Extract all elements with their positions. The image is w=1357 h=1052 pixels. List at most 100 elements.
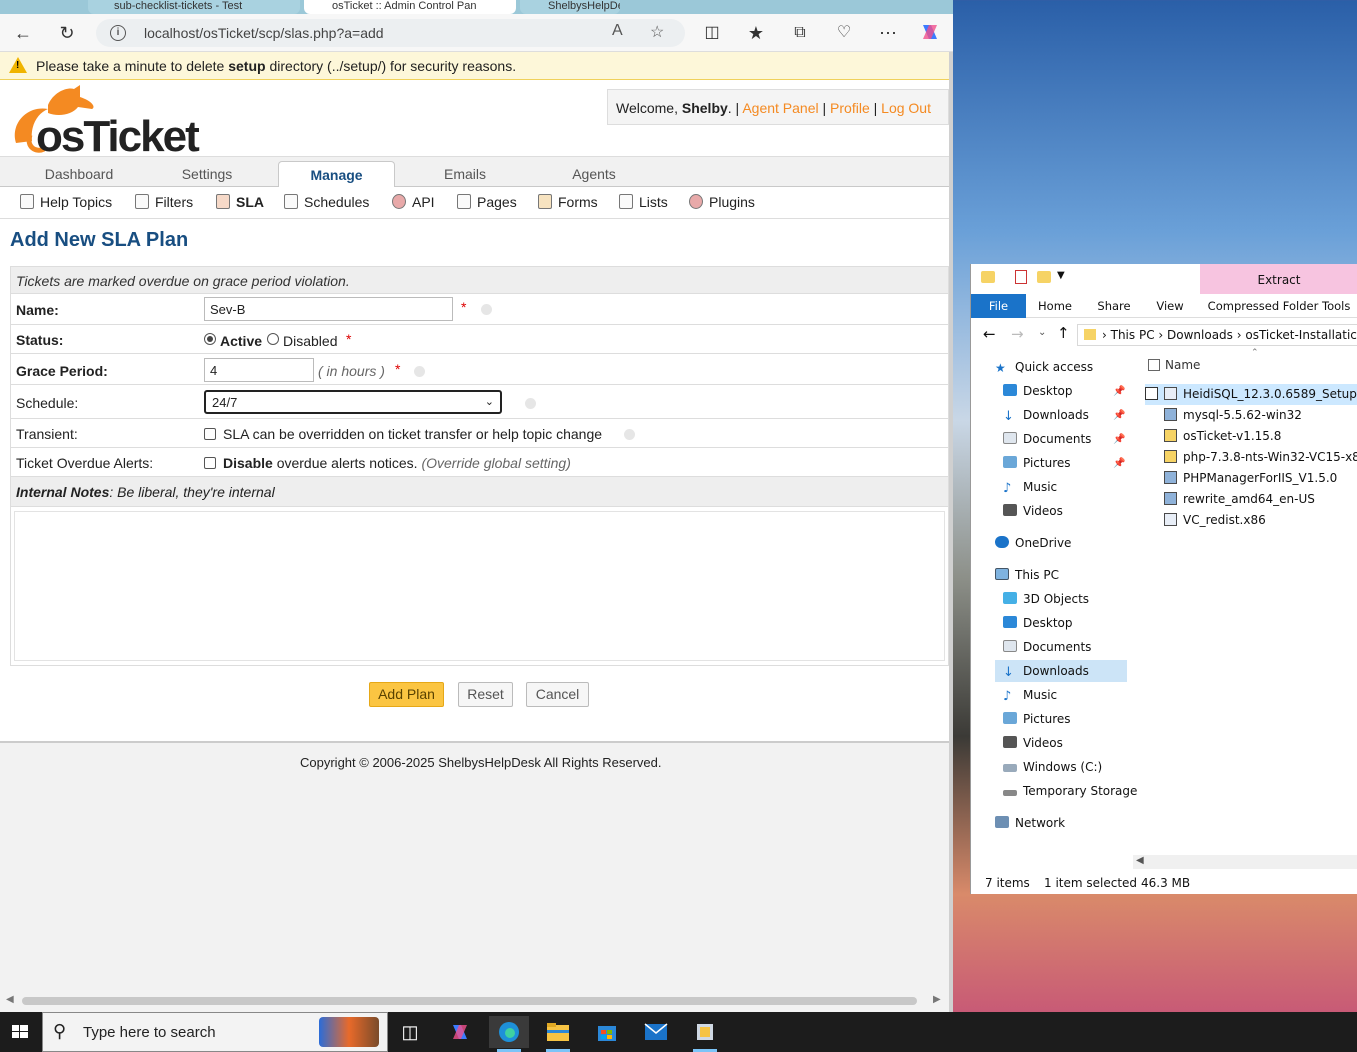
- extract-contextual-tab[interactable]: Extract: [1200, 264, 1357, 294]
- crumb-osticket-folder[interactable]: osTicket-Installatic: [1245, 328, 1357, 342]
- file-row[interactable]: osTicket-v1.15.8: [1145, 426, 1357, 447]
- schedule-select[interactable]: 24/7 ⌄: [204, 390, 502, 414]
- select-all-checkbox[interactable]: [1148, 359, 1160, 371]
- file-row[interactable]: HeidiSQL_12.3.0.6589_Setup: [1145, 384, 1357, 405]
- profile-link[interactable]: Profile: [830, 100, 870, 116]
- edge-icon[interactable]: [489, 1016, 529, 1052]
- tab-emails[interactable]: Emails: [404, 161, 526, 188]
- setup-app-icon[interactable]: [685, 1016, 725, 1052]
- subnav-schedules[interactable]: Schedules: [284, 194, 369, 210]
- status-disabled-radio[interactable]: [267, 333, 279, 345]
- crumb-downloads[interactable]: Downloads: [1167, 328, 1233, 342]
- browser-tab-2[interactable]: osTicket :: Admin Control Pan: [304, 0, 516, 14]
- subnav-forms[interactable]: Forms: [538, 194, 598, 210]
- collections-icon[interactable]: ⧉: [787, 21, 813, 45]
- tree-documents[interactable]: Documents: [1003, 428, 1091, 450]
- read-aloud-icon[interactable]: A: [612, 22, 623, 40]
- checkbox-checked-icon[interactable]: [1145, 387, 1158, 400]
- favorites-icon[interactable]: ★: [743, 21, 769, 45]
- file-explorer-icon[interactable]: [538, 1016, 578, 1052]
- tree-pc-pictures[interactable]: Pictures: [1003, 708, 1071, 730]
- split-screen-icon[interactable]: ◫: [699, 21, 725, 45]
- subnav-plugins[interactable]: Plugins: [689, 194, 755, 210]
- reset-button[interactable]: Reset: [458, 682, 513, 707]
- scroll-left-icon[interactable]: ◀: [6, 994, 14, 1005]
- favorite-star-icon[interactable]: ☆: [650, 22, 664, 42]
- file-row[interactable]: VC_redist.x86: [1145, 510, 1357, 531]
- back-icon[interactable]: ←: [983, 325, 996, 343]
- tree-pictures[interactable]: Pictures: [1003, 452, 1071, 474]
- ribbon-tab-view[interactable]: View: [1148, 294, 1192, 318]
- grace-period-input[interactable]: [204, 358, 314, 382]
- info-icon[interactable]: i: [110, 25, 126, 41]
- transient-checkbox[interactable]: [204, 428, 216, 440]
- tree-this-pc[interactable]: This PC: [995, 564, 1059, 586]
- subnav-filters[interactable]: Filters: [135, 194, 193, 210]
- ribbon-tab-compressed-folder-tools[interactable]: Compressed Folder Tools: [1200, 294, 1357, 318]
- horizontal-scrollbar[interactable]: ◀ ▶: [0, 991, 949, 1012]
- tree-quick-access[interactable]: ★ Quick access: [995, 356, 1093, 378]
- refresh-icon[interactable]: ↻: [54, 21, 80, 45]
- disable-overdue-checkbox[interactable]: [204, 457, 216, 469]
- ribbon-tab-share[interactable]: Share: [1091, 294, 1137, 318]
- help-icon[interactable]: [481, 304, 492, 315]
- breadcrumb[interactable]: › This PC › Downloads › osTicket-Install…: [1077, 324, 1357, 346]
- taskbar-search[interactable]: ⚲ Type here to search: [42, 1012, 388, 1052]
- more-menu-icon[interactable]: ⋯: [875, 21, 901, 45]
- tree-3d-objects[interactable]: 3D Objects: [1003, 588, 1089, 610]
- tree-temporary-storage[interactable]: Temporary Storage: [1003, 780, 1137, 802]
- tab-agents[interactable]: Agents: [533, 161, 655, 188]
- scroll-right-icon[interactable]: ▶: [933, 994, 941, 1005]
- tree-pc-music[interactable]: ♪ Music: [1003, 684, 1057, 706]
- explorer-horizontal-scrollbar[interactable]: ◀: [1133, 855, 1357, 869]
- ribbon-tab-file[interactable]: File: [971, 294, 1026, 318]
- internal-notes-editor[interactable]: [14, 511, 945, 661]
- tree-windows-c[interactable]: Windows (C:): [1003, 756, 1102, 778]
- name-input[interactable]: [204, 297, 453, 321]
- column-header-name[interactable]: Name: [1165, 358, 1200, 372]
- file-row[interactable]: mysql-5.5.62-win32: [1145, 405, 1357, 426]
- copilot-icon[interactable]: [440, 1016, 480, 1048]
- tree-onedrive[interactable]: OneDrive: [995, 532, 1071, 554]
- help-icon[interactable]: [525, 398, 536, 409]
- tree-pc-documents[interactable]: Documents: [1003, 636, 1091, 658]
- tree-network[interactable]: Network: [995, 812, 1065, 834]
- tab-dashboard[interactable]: Dashboard: [18, 161, 140, 188]
- up-icon[interactable]: ↑: [1057, 324, 1070, 342]
- logout-link[interactable]: Log Out: [881, 100, 931, 116]
- subnav-help-topics[interactable]: Help Topics: [20, 194, 112, 210]
- help-icon[interactable]: [624, 429, 635, 440]
- browser-tab-1[interactable]: sub-checklist-tickets - Test: [88, 0, 300, 14]
- add-plan-button[interactable]: Add Plan: [369, 682, 444, 707]
- customize-toolbar-icon[interactable]: ▼: [1057, 270, 1065, 281]
- subnav-api[interactable]: API: [392, 194, 435, 210]
- cancel-button[interactable]: Cancel: [526, 682, 589, 707]
- crumb-this-pc[interactable]: This PC: [1111, 328, 1155, 342]
- search-highlight-icon[interactable]: [319, 1017, 379, 1047]
- forward-icon[interactable]: →: [1011, 325, 1024, 343]
- agent-panel-link[interactable]: Agent Panel: [742, 100, 818, 116]
- new-folder-icon[interactable]: [1037, 271, 1051, 283]
- tree-pc-downloads[interactable]: ↓ Downloads: [995, 660, 1127, 682]
- file-row[interactable]: php-7.3.8-nts-Win32-VC15-x86: [1145, 447, 1357, 468]
- copilot-icon[interactable]: [917, 21, 943, 45]
- file-row[interactable]: PHPManagerForIIS_V1.5.0: [1145, 468, 1357, 489]
- tab-manage[interactable]: Manage: [278, 161, 395, 189]
- tree-videos[interactable]: Videos: [1003, 500, 1063, 522]
- status-active-radio[interactable]: [204, 333, 216, 345]
- task-view-icon[interactable]: ◫: [390, 1016, 430, 1048]
- browser-tab-3[interactable]: ShelbysHelpDesk: [520, 0, 620, 14]
- microsoft-store-icon[interactable]: [587, 1016, 627, 1048]
- back-icon[interactable]: ←: [10, 21, 36, 45]
- mail-icon[interactable]: [636, 1016, 676, 1048]
- browser-essentials-icon[interactable]: ♡: [831, 21, 857, 45]
- recent-locations-icon[interactable]: ⌄: [1038, 327, 1046, 338]
- file-row[interactable]: rewrite_amd64_en-US: [1145, 489, 1357, 510]
- osticket-logo[interactable]: osTicket: [8, 85, 218, 161]
- address-bar[interactable]: i localhost/osTicket/scp/slas.php?a=add …: [96, 19, 685, 47]
- tree-downloads[interactable]: ↓ Downloads: [1003, 404, 1089, 426]
- start-button[interactable]: [0, 1012, 40, 1052]
- subnav-sla[interactable]: SLA: [216, 194, 264, 210]
- tab-settings[interactable]: Settings: [146, 161, 268, 188]
- tree-music[interactable]: ♪ Music: [1003, 476, 1057, 498]
